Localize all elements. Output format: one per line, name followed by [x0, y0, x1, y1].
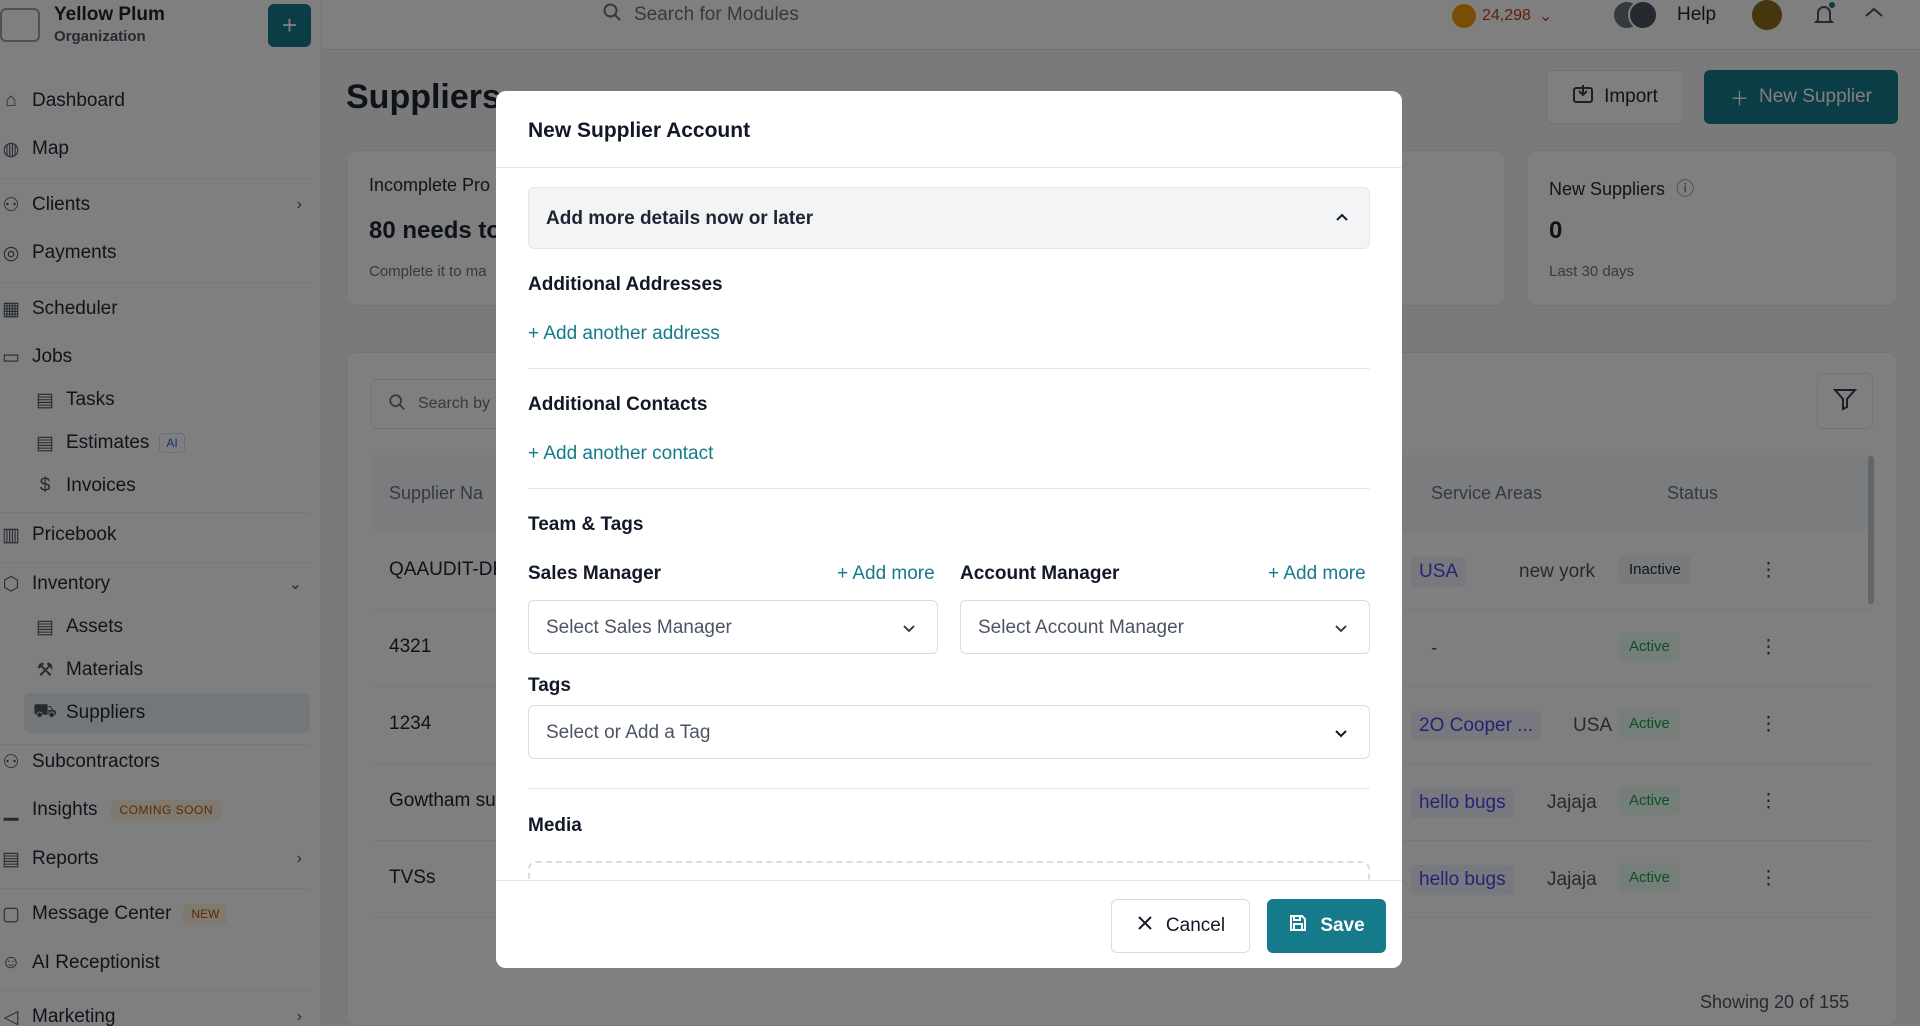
cancel-button[interactable]: Cancel [1111, 899, 1250, 953]
account-add-more-link[interactable]: + Add more [1268, 563, 1366, 585]
account-manager-placeholder: Select Account Manager [978, 617, 1184, 638]
save-label: Save [1320, 915, 1365, 936]
additional-contacts-heading: Additional Contacts [528, 394, 708, 415]
cancel-label: Cancel [1165, 915, 1226, 936]
tags-label: Tags [528, 675, 571, 696]
modal-title: New Supplier Account [528, 119, 751, 142]
sales-manager-label: Sales Manager [528, 563, 662, 584]
modal-divider [496, 167, 1402, 168]
chevron-up-icon [1331, 206, 1353, 233]
account-manager-label: Account Manager [960, 563, 1120, 584]
chevron-down-icon [1331, 618, 1351, 643]
media-heading: Media [528, 815, 582, 836]
chevron-down-icon [1331, 723, 1351, 748]
modal-footer: Cancel Save [496, 880, 1402, 968]
accordion-label: Add more details now or later [546, 208, 814, 229]
sales-add-more-link[interactable]: + Add more [837, 563, 935, 585]
chevron-down-icon [899, 618, 919, 643]
team-tags-heading: Team & Tags [528, 514, 644, 535]
new-supplier-modal: New Supplier Account Add more details no… [496, 91, 1402, 968]
section-divider [528, 788, 1370, 789]
account-manager-select[interactable]: Select Account Manager [960, 600, 1370, 654]
section-divider [528, 368, 1370, 369]
additional-addresses-heading: Additional Addresses [528, 274, 723, 295]
tags-select[interactable]: Select or Add a Tag [528, 705, 1370, 759]
save-button[interactable]: Save [1267, 899, 1386, 953]
sales-manager-select[interactable]: Select Sales Manager [528, 600, 938, 654]
details-accordion[interactable]: Add more details now or later [528, 187, 1370, 249]
add-address-link[interactable]: + Add another address [528, 323, 720, 345]
sales-manager-placeholder: Select Sales Manager [546, 617, 732, 638]
save-icon [1288, 913, 1308, 939]
close-icon [1136, 914, 1154, 938]
section-divider [528, 488, 1370, 489]
add-contact-link[interactable]: + Add another contact [528, 443, 713, 465]
tags-placeholder: Select or Add a Tag [546, 722, 711, 743]
